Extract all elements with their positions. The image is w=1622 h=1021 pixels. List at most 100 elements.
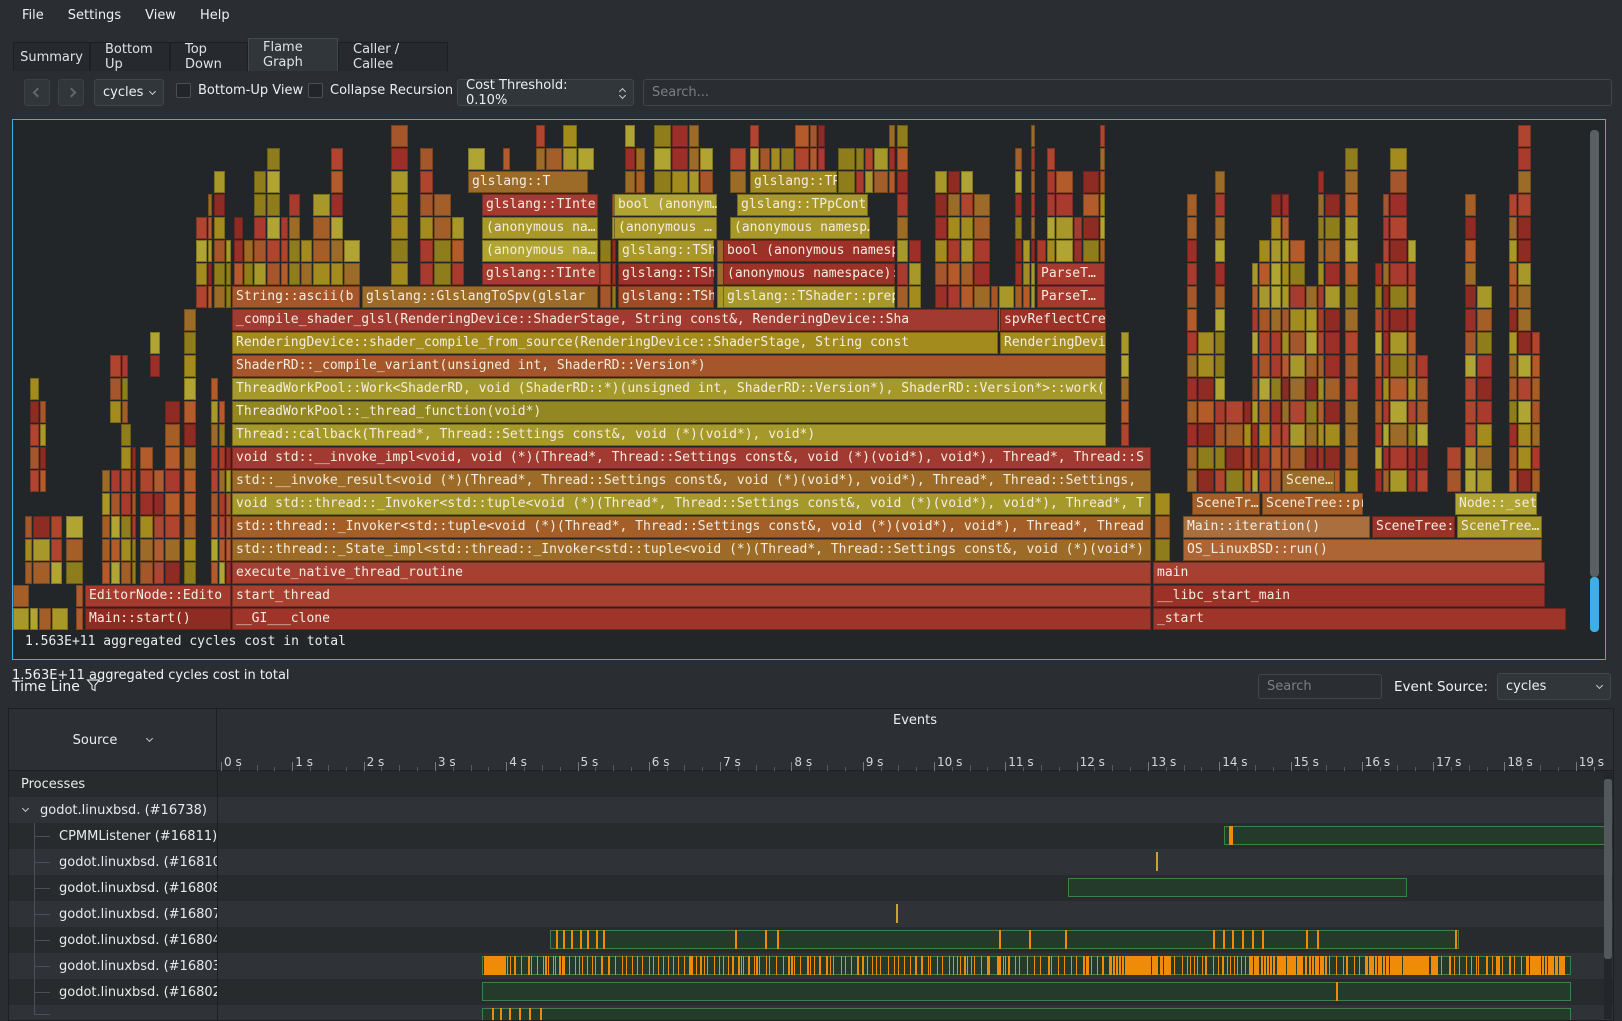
flame-bar[interactable]: (anonymous … (614, 217, 717, 239)
timeline-row-label[interactable]: Processes (9, 771, 217, 797)
source-column-header[interactable]: Source (9, 709, 217, 771)
event-marker (732, 956, 734, 975)
flame-bar[interactable]: _start (1153, 608, 1566, 630)
flame-bar[interactable]: spvReflectCreateShader (1000, 309, 1106, 331)
flame-bar[interactable]: __libc_start_main (1153, 585, 1545, 607)
tab-bottom-up[interactable]: Bottom Up (90, 42, 170, 71)
cost-threshold-spinbox[interactable]: Cost Threshold: 0.10% (457, 79, 634, 106)
flame-scrollbar-thumb[interactable] (1590, 130, 1599, 577)
flame-bar[interactable]: SceneTree::pr… (1262, 493, 1363, 515)
flame-bar[interactable]: std::thread::_State_impl<std::thread::_I… (232, 539, 1151, 561)
flame-bar[interactable]: __GI___clone (232, 608, 1151, 630)
flame-bar[interactable]: RenderingDevice::shader_compile_from_sou… (232, 332, 998, 354)
flame-bar[interactable]: glslang::GlslangToSpv(glslar (362, 286, 598, 308)
bottom-up-view-checkbox[interactable]: Bottom-Up View (176, 83, 303, 98)
flame-bar[interactable]: Thread::callback(Thread*, Thread::Settin… (232, 424, 1106, 446)
flame-bar[interactable]: glslang::TInte (482, 194, 598, 216)
flame-bar[interactable]: ThreadWorkPool::Work<ShaderRD, void (Sha… (232, 378, 1106, 400)
flame-bar[interactable]: (anonymous namesp… (730, 217, 870, 239)
timeline-row-label[interactable]: godot.linuxbsd. (#16738) (9, 797, 217, 823)
flame-bar[interactable]: ParseT… (1037, 263, 1105, 285)
menu-item-view[interactable]: View (135, 4, 186, 27)
flame-bar[interactable]: (anonymous na… (482, 217, 598, 239)
timeline-row-track[interactable] (217, 979, 1613, 1005)
timeline-search-input[interactable] (1258, 674, 1382, 699)
flame-block (865, 148, 873, 170)
flame-bar[interactable]: (anonymous na… (482, 240, 598, 262)
track-bar[interactable] (482, 982, 1571, 1001)
timeline-row-track[interactable] (217, 901, 1613, 927)
track-bar[interactable] (1224, 826, 1605, 845)
event-marker (622, 956, 623, 975)
flame-bar[interactable]: SceneTree: (1372, 516, 1455, 538)
timeline-row-track[interactable] (217, 823, 1613, 849)
timeline-row-track[interactable] (217, 849, 1613, 875)
flame-graph-area[interactable]: Main::start()__GI___clone_start EditorNod… (13, 120, 1605, 659)
flame-bar[interactable]: Node::_set (1455, 493, 1537, 515)
menu-item-settings[interactable]: Settings (58, 4, 131, 27)
flame-bar[interactable]: glslang::TShader::preproc (723, 286, 895, 308)
nav-back-button[interactable] (24, 79, 50, 106)
timeline-row-track[interactable] (217, 1005, 1613, 1021)
timeline-row-track[interactable] (217, 797, 1613, 823)
flame-bar[interactable]: std::thread::_Invoker<std::tuple<void (*… (232, 516, 1151, 538)
timeline-row-track[interactable] (217, 927, 1613, 953)
flame-block (434, 194, 450, 216)
flame-bar[interactable]: Main::start() (85, 608, 231, 630)
table-scrollbar-thumb[interactable] (1604, 779, 1612, 959)
timeline-row-track[interactable] (217, 953, 1613, 979)
menu-item-help[interactable]: Help (190, 4, 240, 27)
tab-summary[interactable]: Summary (13, 42, 90, 71)
flame-bar[interactable]: std::__invoke_result<void (*)(Thread*, T… (232, 470, 1151, 492)
flame-bar[interactable]: String::ascii(b (232, 286, 360, 308)
timeline-row-track[interactable] (217, 875, 1613, 901)
flame-bar[interactable]: bool (anonym… (614, 194, 717, 216)
flame-bar[interactable]: _compile_shader_glsl(RenderingDevice::Sh… (232, 309, 998, 331)
flame-bar[interactable]: glslang::T (468, 171, 588, 193)
flame-block (1290, 240, 1304, 262)
track-bar[interactable] (482, 1008, 1571, 1021)
flame-bar[interactable]: SceneTr… (1192, 493, 1260, 515)
tab-flame-graph[interactable]: Flame Graph (248, 38, 338, 71)
flame-bar[interactable]: Scene… (1282, 470, 1335, 492)
flame-bar[interactable]: glslang::TP (750, 171, 837, 193)
flame-block (1408, 332, 1416, 354)
tab-top-down[interactable]: Top Down (170, 42, 248, 71)
flame-bar[interactable]: glslang::TSha (618, 240, 714, 262)
track-bar[interactable] (1068, 878, 1407, 897)
flame-bar[interactable]: ThreadWorkPool::_thread_function(void*) (232, 401, 1106, 423)
flame-bar[interactable]: glslang::TSha (618, 286, 714, 308)
track-bar[interactable] (550, 930, 1459, 949)
filter-icon[interactable] (86, 678, 101, 693)
collapse-recursion-checkbox[interactable]: Collapse Recursion (308, 83, 453, 98)
flame-bar[interactable]: start_thread (232, 585, 1151, 607)
nav-forward-button[interactable] (58, 79, 84, 106)
flame-scrollbar-highlight[interactable] (1590, 577, 1599, 632)
flame-bar[interactable]: OS_LinuxBSD::run() (1183, 539, 1542, 561)
tab-caller-callee[interactable]: Caller / Callee (338, 42, 448, 71)
flame-bar[interactable]: ShaderRD::_compile_variant(unsigned int,… (232, 355, 1106, 377)
flame-graph-panel[interactable]: Main::start()__GI___clone_start EditorNod… (12, 119, 1606, 660)
flame-bar[interactable]: glslang::TSha (618, 263, 714, 285)
spinbox-arrows-icon[interactable] (620, 87, 625, 98)
flame-bar[interactable]: ParseT… (1037, 286, 1105, 308)
flame-bar[interactable]: main (1153, 562, 1545, 584)
flame-bar[interactable]: glslang::TPpCont (737, 194, 868, 216)
flame-bar[interactable]: SceneTree… (1457, 516, 1542, 538)
flame-bar[interactable]: glslang::TInte (482, 263, 600, 285)
flame-bar[interactable]: RenderingDeviceVulkan:: (1000, 332, 1106, 354)
event-source-select[interactable]: cycles (1497, 673, 1611, 700)
flame-bar[interactable]: bool (anonymous namespace (723, 240, 895, 262)
flame-bar[interactable]: Main::iteration() (1183, 516, 1370, 538)
expand-chevron-icon[interactable] (22, 805, 29, 812)
menu-item-file[interactable]: File (12, 4, 54, 27)
flame-block (391, 171, 408, 193)
event-type-select[interactable]: cycles (94, 79, 164, 106)
flamegraph-search-input[interactable] (643, 79, 1612, 106)
flame-bar[interactable]: (anonymous namespace)::Pr (723, 263, 895, 285)
flame-bar[interactable]: EditorNode::Edito (85, 585, 231, 607)
flame-bar[interactable]: void std::thread::_Invoker<std::tuple<vo… (232, 493, 1151, 515)
flame-bar[interactable]: execute_native_thread_routine (232, 562, 1151, 584)
flame-bar[interactable]: void std::__invoke_impl<void, void (*)(T… (232, 447, 1151, 469)
timeline-row-track[interactable] (217, 771, 1613, 797)
